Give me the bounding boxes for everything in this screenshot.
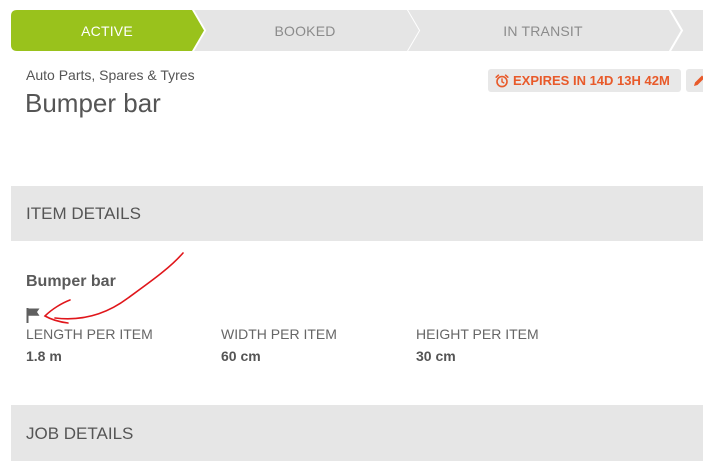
listing-title: Bumper bar <box>25 88 161 118</box>
alarm-clock-icon <box>495 73 509 87</box>
dimension-width: WIDTH PER ITEM 60 cm <box>221 326 337 364</box>
pencil-icon <box>694 75 703 86</box>
progress-steps: ACTIVE BOOKED IN TRANSIT <box>11 10 703 51</box>
dimension-length-value: 1.8 m <box>26 348 62 364</box>
item-details-header: ITEM DETAILS <box>11 186 703 241</box>
edit-button[interactable] <box>686 69 703 92</box>
flag-icon[interactable] <box>26 307 41 323</box>
dimension-height-value: 30 cm <box>416 348 456 364</box>
step-booked-label[interactable]: BOOKED <box>205 10 405 51</box>
step-in-transit-label[interactable]: IN TRANSIT <box>419 10 667 51</box>
job-details-header: JOB DETAILS <box>11 405 703 461</box>
job-details-title: JOB DETAILS <box>26 424 134 443</box>
listing-category: Auto Parts, Spares & Tyres <box>26 67 195 83</box>
dimension-height: HEIGHT PER ITEM 30 cm <box>416 326 539 364</box>
dimension-length: LENGTH PER ITEM 1.8 m <box>26 326 153 364</box>
dimension-width-value: 60 cm <box>221 348 261 364</box>
dimension-length-label: LENGTH PER ITEM <box>26 326 153 342</box>
item-name: Bumper bar <box>26 273 116 290</box>
step-active-label[interactable]: ACTIVE <box>11 10 203 51</box>
item-details-title: ITEM DETAILS <box>26 204 141 223</box>
expires-badge: EXPIRES IN 14D 13H 42M <box>488 69 681 92</box>
expires-label: EXPIRES IN 14D 13H 42M <box>513 73 670 88</box>
dimension-width-label: WIDTH PER ITEM <box>221 326 337 342</box>
dimension-height-label: HEIGHT PER ITEM <box>416 326 539 342</box>
